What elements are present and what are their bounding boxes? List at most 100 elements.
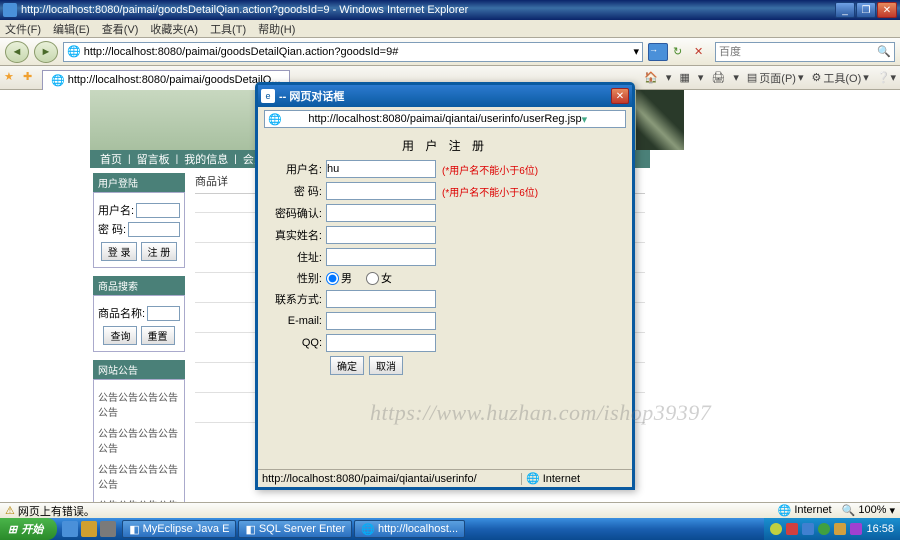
login-button[interactable]: 登 录 <box>101 242 138 261</box>
address-label: 住址: <box>266 249 326 265</box>
clock[interactable]: 16:58 <box>866 523 894 535</box>
tools-menu[interactable]: ⚙工具(O)▾ <box>811 70 868 86</box>
menu-file[interactable]: 文件(F) <box>5 21 41 37</box>
gender-label: 性别: <box>266 270 326 286</box>
search-panel-title: 商品搜索 <box>93 276 185 295</box>
zoom-icon[interactable]: 🔍 <box>842 504 856 517</box>
back-button[interactable]: ◄ <box>5 41 29 63</box>
register-button[interactable]: 注 册 <box>141 242 178 261</box>
system-tray: 16:58 <box>764 518 900 540</box>
search-box[interactable]: 🔍 <box>715 42 895 62</box>
announce-item[interactable]: 公告公告公告公告公告 <box>98 494 180 502</box>
dialog-icon: e <box>261 89 275 103</box>
ql-desktop-icon[interactable] <box>100 521 116 537</box>
gender-male-radio[interactable] <box>326 272 339 285</box>
password-label: 密 码: <box>266 183 326 199</box>
warning-icon[interactable]: ⚠ <box>5 504 15 517</box>
minimize-button[interactable]: _ <box>835 2 855 18</box>
go-button[interactable]: → <box>648 43 668 61</box>
menu-favorites[interactable]: 收藏夹(A) <box>150 21 198 37</box>
tray-icon[interactable] <box>818 523 830 535</box>
print-icon[interactable]: 🖨 <box>711 71 725 84</box>
login-panel-title: 用户登陆 <box>93 173 185 192</box>
banner-image-right <box>636 90 684 150</box>
zoom-level: 100% <box>858 504 886 517</box>
toolbar: ◄ ► 🌐 ▾ → ↻ ✕ 🔍 <box>0 38 900 66</box>
addr-dropdown-icon[interactable]: ▾ <box>633 45 639 58</box>
qq-input[interactable] <box>326 334 436 352</box>
page-icon: 🌐 <box>67 45 81 58</box>
dialog-address-bar[interactable]: 🌐 http://localhost:8080/paimai/qiantai/u… <box>264 110 626 128</box>
status-zone: Internet <box>794 504 831 517</box>
tab-page-icon: 🌐 <box>51 74 65 87</box>
announce-item[interactable]: 公告公告公告公告公告 <box>98 386 180 422</box>
reset-button[interactable]: 重置 <box>141 326 175 345</box>
search-name-input[interactable] <box>147 306 180 321</box>
menu-edit[interactable]: 编辑(E) <box>53 21 90 37</box>
nav-myinfo[interactable]: 我的信息 <box>184 151 228 167</box>
address-bar[interactable]: 🌐 ▾ <box>63 42 643 62</box>
tab-active[interactable]: 🌐 http://localhost:8080/paimai/goodsDeta… <box>42 70 290 90</box>
taskbar: ⊞ 开始 ◧MyEclipse Java E ◧SQL Server Enter… <box>0 518 900 540</box>
dialog-close-button[interactable]: ✕ <box>611 88 629 104</box>
home-icon[interactable]: 🏠 <box>644 71 658 84</box>
address-input[interactable] <box>326 248 436 266</box>
menu-view[interactable]: 查看(V) <box>102 21 139 37</box>
confirm-input[interactable] <box>326 204 436 222</box>
confirm-label: 密码确认: <box>266 205 326 221</box>
add-favorites-icon[interactable]: ✚ <box>23 70 39 86</box>
internet-zone-icon: 🌐 <box>526 472 540 485</box>
maximize-button[interactable]: ❐ <box>856 2 876 18</box>
password-input[interactable] <box>326 182 436 200</box>
dialog-addr-dropdown-icon[interactable]: ▾ <box>582 113 622 126</box>
window-titlebar: http://localhost:8080/paimai/goodsDetail… <box>0 0 900 20</box>
username-input[interactable] <box>326 160 436 178</box>
gender-female-radio[interactable] <box>366 272 379 285</box>
ok-button[interactable]: 确定 <box>330 356 364 375</box>
contact-input[interactable] <box>326 290 436 308</box>
announce-item[interactable]: 公告公告公告公告公告 <box>98 458 180 494</box>
query-button[interactable]: 查询 <box>103 326 137 345</box>
login-user-input[interactable] <box>136 203 180 218</box>
feed-icon[interactable]: ▦ <box>679 71 689 84</box>
search-input[interactable] <box>719 46 877 58</box>
tray-icon[interactable] <box>786 523 798 535</box>
close-button[interactable]: ✕ <box>877 2 897 18</box>
ql-ie-icon[interactable] <box>62 521 78 537</box>
cancel-button[interactable]: 取消 <box>369 356 403 375</box>
dialog-titlebar: e -- 网页对话框 ✕ <box>258 85 632 107</box>
forward-button[interactable]: ► <box>34 41 58 63</box>
tab-title: http://localhost:8080/paimai/goodsDetail… <box>68 74 281 86</box>
task-myeclipse[interactable]: ◧MyEclipse Java E <box>122 520 236 538</box>
task-sqlserver[interactable]: ◧SQL Server Enter <box>238 520 352 538</box>
tray-icon[interactable] <box>834 523 846 535</box>
email-label: E-mail: <box>266 315 326 327</box>
favorites-star-icon[interactable]: ★ <box>4 70 20 86</box>
page-menu[interactable]: ▤页面(P)▾ <box>747 70 804 86</box>
status-message: 网页上有错误。 <box>18 503 95 519</box>
task-browser[interactable]: 🌐http://localhost... <box>354 520 465 538</box>
email-input[interactable] <box>326 312 436 330</box>
help-icon[interactable]: ❔▾ <box>877 71 896 84</box>
menu-help[interactable]: 帮助(H) <box>258 21 295 37</box>
menu-tools[interactable]: 工具(T) <box>210 21 246 37</box>
dialog-status-zone: Internet <box>543 473 580 485</box>
start-button[interactable]: ⊞ 开始 <box>0 518 57 540</box>
ql-folder-icon[interactable] <box>81 521 97 537</box>
login-pass-label: 密 码: <box>98 221 126 237</box>
search-icon[interactable]: 🔍 <box>877 45 891 58</box>
reload-icon[interactable]: ↻ <box>673 45 689 58</box>
url-input[interactable] <box>84 46 631 58</box>
nav-home[interactable]: 首页 <box>100 151 122 167</box>
tray-icon[interactable] <box>770 523 782 535</box>
stop-icon[interactable]: ✕ <box>694 45 710 58</box>
realname-input[interactable] <box>326 226 436 244</box>
tray-icon[interactable] <box>850 523 862 535</box>
login-pass-input[interactable] <box>128 222 180 237</box>
window-title: http://localhost:8080/paimai/goodsDetail… <box>21 4 835 16</box>
tray-icon[interactable] <box>802 523 814 535</box>
nav-board[interactable]: 留言板 <box>137 151 170 167</box>
internet-zone-icon: 🌐 <box>778 504 792 517</box>
announce-item[interactable]: 公告公告公告公告公告 <box>98 422 180 458</box>
announce-panel-title: 网站公告 <box>93 360 185 379</box>
